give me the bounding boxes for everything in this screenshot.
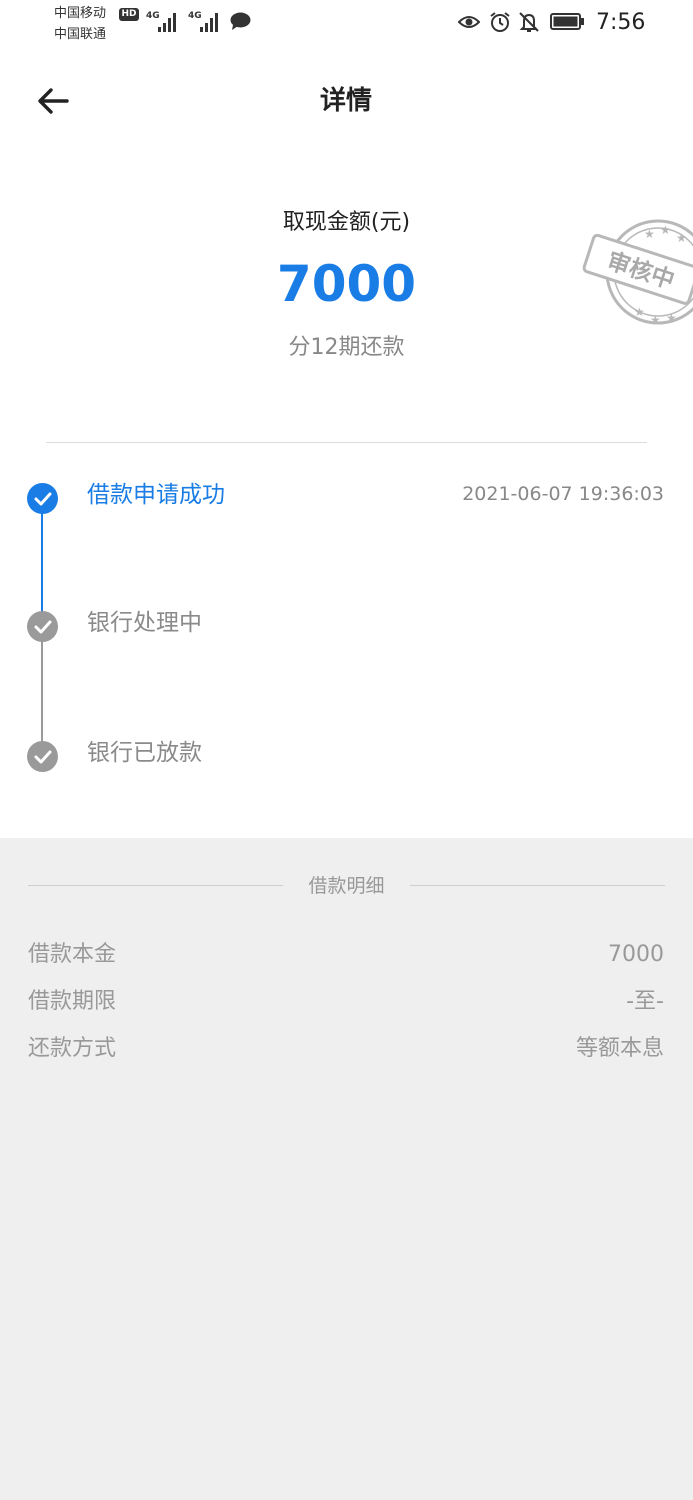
step-label-bank-processing: 银行处理中 <box>87 610 202 636</box>
message-icon <box>230 12 251 30</box>
signal-icon-2 <box>200 12 222 32</box>
timeline-connector <box>41 500 43 616</box>
step-check-icon <box>27 741 58 772</box>
under-review-stamp: ★ ★ ★ ★ ★ ★ 审核中 <box>582 219 693 327</box>
page-title: 详情 <box>319 86 372 116</box>
repayment-method-value: 等额本息 <box>575 1036 664 1061</box>
carrier-1: 中国移动 <box>54 6 107 21</box>
step-label-apply-success: 借款申请成功 <box>87 482 225 508</box>
principal-value: 7000 <box>608 942 664 967</box>
section-divider-right <box>410 885 665 886</box>
detail-card <box>0 0 693 838</box>
svg-text:★: ★ <box>650 313 661 327</box>
step-time: 2021-06-07 19:36:03 <box>462 483 664 505</box>
alarm-icon <box>490 12 510 32</box>
signal-icon-1 <box>158 12 180 32</box>
svg-text:★: ★ <box>666 311 677 325</box>
clock: 7:56 <box>596 10 646 35</box>
term-label: 借款期限 <box>28 989 117 1014</box>
mute-icon <box>519 12 539 32</box>
installments-text: 分12期还款 <box>288 335 405 360</box>
carrier-2: 中国联通 <box>54 27 107 42</box>
step-label-bank-disbursed: 银行已放款 <box>87 740 202 766</box>
repayment-method-label: 还款方式 <box>28 1036 117 1061</box>
term-value: -至- <box>626 989 664 1014</box>
timeline-connector <box>41 630 43 750</box>
svg-text:★: ★ <box>634 305 645 319</box>
svg-text:★: ★ <box>644 227 655 241</box>
divider <box>46 442 647 443</box>
section-title: 借款明细 <box>308 875 385 897</box>
step-check-icon <box>27 611 58 642</box>
step-check-icon <box>27 483 58 514</box>
svg-text:★: ★ <box>676 231 687 245</box>
eye-icon <box>458 16 480 28</box>
hd-badge: HD <box>119 8 139 21</box>
back-arrow-icon[interactable] <box>36 84 70 118</box>
battery-icon <box>550 13 584 30</box>
svg-text:★: ★ <box>660 223 671 237</box>
principal-label: 借款本金 <box>28 942 117 967</box>
